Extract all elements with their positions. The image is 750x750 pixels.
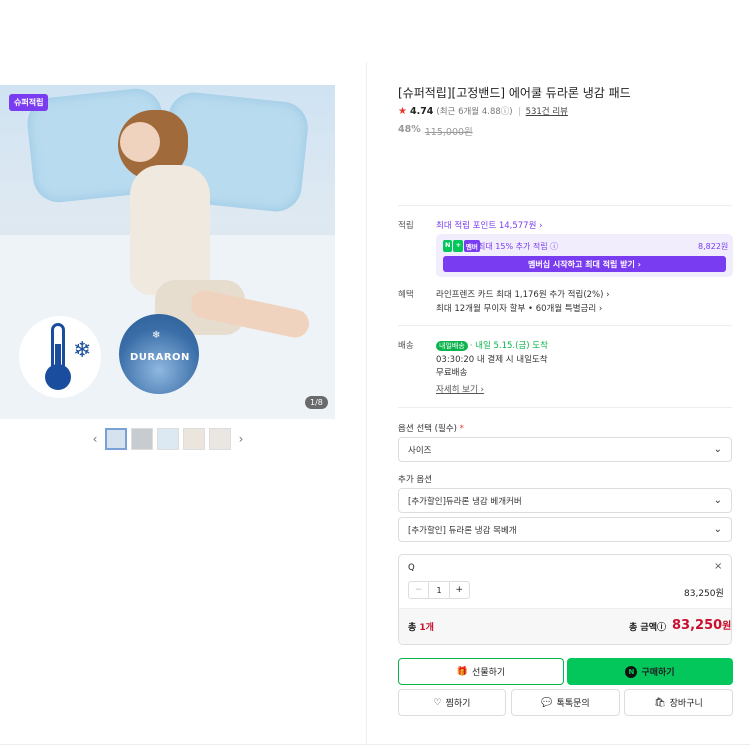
heart-icon: ♡ (433, 697, 442, 708)
chevron-down-icon: ⌄ (713, 524, 722, 535)
wishlist-button[interactable]: ♡ 찜하기 (398, 689, 506, 716)
installment-benefit-link[interactable]: 최대 12개월 무이자 할부 • 60개월 특별금리 › (436, 302, 602, 314)
chat-icon: 💬 (541, 697, 553, 708)
talk-inquiry-button[interactable]: 💬 톡톡문의 (511, 689, 620, 716)
divider (398, 407, 732, 408)
person-body (130, 165, 210, 295)
total-amount-value: 83,250 (672, 618, 723, 633)
thumbnail-4[interactable] (183, 428, 205, 450)
required-option-title: 옵션 선택 (필수) * (398, 422, 464, 434)
column-divider (366, 62, 367, 744)
original-price: 115,000원 (424, 127, 473, 138)
shipping-details-link[interactable]: 자세히 보기 › (436, 383, 484, 395)
thumbnail-3[interactable] (157, 428, 179, 450)
buy-button[interactable]: N 구매하기 (567, 658, 733, 685)
bottom-divider (0, 744, 750, 745)
super-points-badge: 슈퍼적립 (9, 94, 49, 111)
addon-pillowcase-value: [추가할인]듀라론 냉감 베개커버 (408, 496, 522, 507)
rating-row: ★ 4.74 (최근 6개월 4.88ⓘ) 531건 리뷰 (398, 105, 568, 118)
divider (518, 106, 520, 116)
required-option-label: 옵션 선택 (필수) (398, 424, 457, 434)
gift-icon: 🎁 (456, 666, 469, 677)
quantity-minus-button[interactable]: − (409, 585, 428, 595)
arrival-date: · 내일 5.15.(금) 도착 (469, 341, 548, 351)
addon-pillowcase-select[interactable]: [추가할인]듀라론 냉감 베개커버 ⌄ (398, 488, 732, 513)
thumbnail-5[interactable] (209, 428, 231, 450)
n-badge: N (443, 240, 453, 252)
cart-button[interactable]: 🛍 장바구니 (624, 689, 733, 716)
shipping-cutoff: 03:30:20 내 결제 시 내일도착 (436, 355, 548, 365)
benefits-label: 혜택 (398, 290, 414, 300)
nplus-badge: N + 멤버 (443, 240, 480, 252)
addon-neckpillow-value: [추가할인] 듀라론 냉감 목베개 (408, 525, 517, 536)
extra-points-amount: 8,822원 (698, 242, 729, 251)
discount-percent: 48% (398, 124, 421, 135)
quantity-stepper: − 1 + (408, 581, 470, 599)
chevron-down-icon: ⌄ (713, 495, 722, 506)
total-count-prefix: 총 (408, 623, 420, 633)
required-mark: * (459, 424, 464, 434)
quantity-plus-button[interactable]: + (450, 585, 469, 595)
total-amount-label: 총 금액ⓘ (629, 623, 666, 633)
plus-badge: + (453, 240, 463, 252)
thumb-next-icon[interactable]: › (234, 428, 248, 450)
size-select-value: 사이즈 (408, 445, 432, 456)
points-label: 적립 (398, 221, 414, 231)
wishlist-button-label: 찜하기 (445, 699, 471, 709)
price-row: 48% 115,000원 (398, 124, 473, 138)
additional-option-title: 추가 옵션 (398, 475, 432, 485)
snowflake-small-icon: ❄ (152, 330, 161, 341)
divider (398, 205, 732, 206)
free-shipping: 무료배송 (436, 368, 468, 378)
duraron-logo: DURARON (130, 352, 190, 363)
selected-option-price: 83,250원 (684, 589, 724, 599)
divider (398, 325, 732, 326)
addon-neckpillow-select[interactable]: [추가할인] 듀라론 냉감 목베개 ⌄ (398, 517, 732, 542)
total-count: 총 1개 (408, 620, 434, 633)
shipping-arrival: 내일배송 · 내일 5.15.(금) 도착 (436, 339, 548, 351)
selected-option-name: Q (408, 563, 415, 573)
shipping-label: 배송 (398, 341, 414, 351)
buy-button-label: 구매하기 (641, 668, 675, 678)
thumbnail-strip: ‹ › (88, 428, 248, 450)
total-count-value: 1개 (419, 623, 434, 633)
gift-button[interactable]: 🎁 선물하기 (398, 658, 564, 685)
extra-points-text[interactable]: 최대 15% 추가 적립 ⓘ (478, 241, 558, 252)
chevron-down-icon: ⌄ (713, 444, 722, 455)
cart-icon: 🛍 (654, 697, 666, 708)
card-benefit-link[interactable]: 라인프렌즈 카드 최대 1,176원 추가 적립(2%) › (436, 288, 610, 300)
max-points-link[interactable]: 최대 적립 포인트 14,577원 › (436, 219, 543, 231)
total-amount-unit: 원 (722, 621, 732, 632)
thumbnail-1[interactable] (105, 428, 127, 450)
tomorrow-delivery-badge: 내일배송 (436, 341, 468, 351)
gift-button-label: 선물하기 (472, 668, 506, 678)
membership-button[interactable]: 멤버십 시작하고 최대 적립 받기 › (443, 256, 726, 272)
total-amount: 83,250원 (672, 617, 731, 633)
snowflake-icon: ❄ (73, 338, 92, 363)
image-counter: 1/8 (305, 396, 328, 409)
thumbnail-2[interactable] (131, 428, 153, 450)
size-select[interactable]: 사이즈 ⌄ (398, 437, 732, 462)
product-title: [슈퍼적립][고정밴드] 에어쿨 듀라론 냉감 패드 (398, 86, 631, 100)
talk-button-label: 톡톡문의 (556, 699, 590, 709)
cart-button-label: 장바구니 (669, 699, 703, 709)
quantity-value[interactable]: 1 (428, 582, 450, 598)
thermometer-bulb (45, 364, 71, 390)
star-icon: ★ (398, 105, 407, 117)
thumb-prev-icon[interactable]: ‹ (88, 428, 102, 450)
rating-score: 4.74 (409, 105, 434, 117)
person-face (120, 122, 160, 162)
close-icon[interactable]: × (714, 561, 722, 572)
naver-pay-icon: N (625, 665, 638, 678)
rating-recent[interactable]: (최근 6개월 4.88ⓘ) (436, 105, 512, 117)
reviews-link[interactable]: 531건 리뷰 (526, 105, 568, 117)
